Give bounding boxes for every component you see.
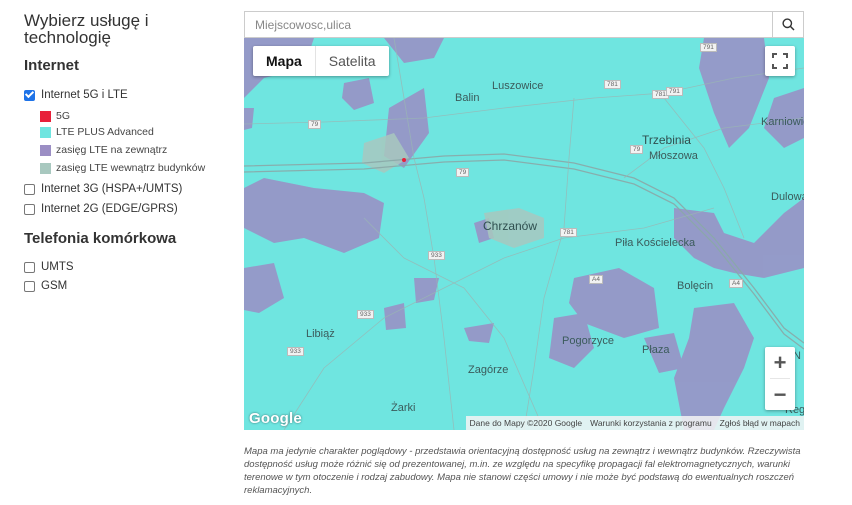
place-label: Żarki <box>391 402 416 414</box>
place-label: Trzebinia <box>642 133 691 147</box>
option-label: GSM <box>41 280 68 292</box>
option-label: UMTS <box>41 261 74 273</box>
attribution-text: Dane do Mapy ©2020 Google <box>469 418 583 428</box>
place-label: Piła Kościelecka <box>615 237 696 249</box>
map-type-satellite-button[interactable]: Satelita <box>316 46 389 76</box>
map-type-map-button[interactable]: Mapa <box>253 46 315 76</box>
road-shield: 781 <box>560 228 577 237</box>
legend-label: LTE PLUS Advanced <box>56 126 154 138</box>
place-label: Płaza <box>642 344 670 356</box>
legend-lte-plus: LTE PLUS Advanced <box>40 126 154 138</box>
checkbox-checked[interactable] <box>24 89 35 101</box>
road-shield: 791 <box>700 43 717 52</box>
zoom-control: + − <box>765 347 795 410</box>
map-type-control: Mapa Satelita <box>253 46 389 76</box>
fullscreen-icon <box>772 53 788 69</box>
road-shield: A4 <box>589 275 603 284</box>
search-button[interactable] <box>772 12 803 37</box>
fullscreen-button[interactable] <box>765 46 795 76</box>
place-label: Chrzanów <box>483 219 538 233</box>
place-label: Młoszowa <box>649 150 698 162</box>
road-shield: A4 <box>729 279 743 288</box>
place-label: Bolęcin <box>677 280 714 292</box>
road-shield: 791 <box>666 87 683 96</box>
place-label: Libiąż <box>306 328 335 340</box>
legend-swatch <box>40 110 51 122</box>
option-internet-3g[interactable]: Internet 3G (HSPA+/UMTS) <box>24 183 182 195</box>
place-label: Luszowice <box>492 80 544 92</box>
option-label: Internet 5G i LTE <box>41 89 128 101</box>
legend-label: zasięg LTE wewnątrz budynków <box>56 162 206 174</box>
checkbox[interactable] <box>24 261 35 273</box>
search-input[interactable] <box>245 12 772 37</box>
map-attribution: Dane do Mapy ©2020 Google Warunki korzys… <box>465 416 804 430</box>
road-shield: 933 <box>287 347 304 356</box>
road-shield: 933 <box>357 310 374 319</box>
option-umts[interactable]: UMTS <box>24 261 74 273</box>
option-internet-5g-lte[interactable]: Internet 5G i LTE <box>24 89 128 101</box>
coverage-map[interactable]: Luszowice Balin Trzebinia Młoszowa Karni… <box>244 38 804 430</box>
zoom-out-button[interactable]: − <box>765 379 795 410</box>
legend-label: zasięg LTE na zewnątrz <box>56 144 168 156</box>
legend-swatch <box>40 126 51 138</box>
sidebar: Wybierz usługę i technologię Internet In… <box>24 11 229 292</box>
map-coverage-layer <box>244 38 804 430</box>
road-shield: 933 <box>428 251 445 260</box>
checkbox[interactable] <box>24 203 35 215</box>
place-label: Dulowa <box>771 191 804 203</box>
road-shield: 79 <box>630 145 644 154</box>
road-shield: 781 <box>604 80 621 89</box>
option-internet-2g[interactable]: Internet 2G (EDGE/GPRS) <box>24 203 178 215</box>
place-label: Balin <box>455 92 480 104</box>
legend-lte-outdoor: zasięg LTE na zewnątrz <box>40 144 167 156</box>
option-gsm[interactable]: GSM <box>24 280 67 292</box>
checkbox[interactable] <box>24 183 35 195</box>
search-bar <box>244 11 804 38</box>
legend-5g: 5G <box>40 110 70 122</box>
google-logo: Google <box>249 410 302 427</box>
terms-link[interactable]: Warunki korzystania z programu <box>590 418 712 428</box>
place-label: Zagórze <box>468 364 509 376</box>
legend-lte-indoor: zasięg LTE wewnątrz budynków <box>40 162 205 174</box>
road-shield: 79 <box>308 120 322 129</box>
checkbox[interactable] <box>24 280 35 292</box>
option-label: Internet 3G (HSPA+/UMTS) <box>41 183 183 195</box>
legend-swatch <box>40 162 51 174</box>
sidebar-title: Wybierz usługę i technologię <box>24 11 149 47</box>
internet-heading: Internet <box>24 57 80 74</box>
search-icon <box>781 18 795 31</box>
telephony-heading: Telefonia komórkowa <box>24 230 177 247</box>
road-shield: 79 <box>456 168 470 177</box>
report-error-link[interactable]: Zgłoś błąd w mapach <box>720 418 800 428</box>
zoom-in-button[interactable]: + <box>765 347 795 378</box>
legend-swatch <box>40 144 51 156</box>
place-label: Karniowice <box>761 116 804 128</box>
option-label: Internet 2G (EDGE/GPRS) <box>41 203 178 215</box>
legend-label: 5G <box>56 110 71 122</box>
place-label: Pogorzyce <box>562 335 614 347</box>
disclaimer-note: Mapa ma jedynie charakter poglądowy - pr… <box>244 446 801 496</box>
